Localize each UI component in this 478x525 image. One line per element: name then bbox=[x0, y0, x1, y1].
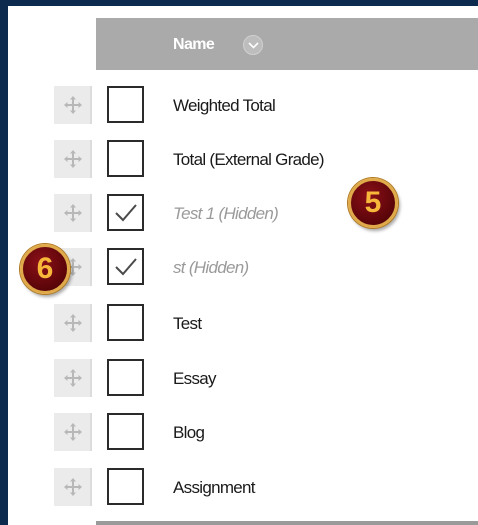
move-arrows-icon[interactable] bbox=[54, 359, 92, 397]
row-label: Test bbox=[173, 314, 202, 333]
row-checkbox[interactable] bbox=[107, 140, 144, 177]
list-item: Test bbox=[8, 300, 478, 354]
row-label: Blog bbox=[173, 423, 205, 442]
callout-badge-5: 5 bbox=[348, 178, 398, 228]
grade-column-list-panel: Name Weighted Total Total (External Grade… bbox=[8, 6, 478, 525]
list-bottom-divider bbox=[96, 521, 478, 525]
column-header-row: Name bbox=[96, 18, 478, 70]
row-checkbox[interactable] bbox=[107, 359, 144, 396]
checkmark-icon bbox=[114, 256, 138, 283]
callout-badge-6: 6 bbox=[20, 244, 70, 294]
row-label: Assignment bbox=[173, 478, 256, 497]
list-item: st (Hidden) bbox=[8, 244, 478, 298]
list-item: Weighted Total bbox=[8, 82, 478, 136]
checkmark-icon bbox=[114, 202, 138, 229]
row-label: Weighted Total bbox=[173, 96, 276, 115]
row-checkbox[interactable] bbox=[107, 86, 144, 123]
move-arrows-icon[interactable] bbox=[54, 86, 92, 124]
list-item: Assignment bbox=[8, 464, 478, 518]
row-label: Essay bbox=[173, 369, 216, 388]
row-label: Total (External Grade) bbox=[173, 150, 325, 169]
move-arrows-icon[interactable] bbox=[54, 194, 92, 232]
move-arrows-icon[interactable] bbox=[54, 413, 92, 451]
list-item: Test 1 (Hidden) bbox=[8, 190, 478, 244]
name-column-header[interactable]: Name bbox=[173, 36, 215, 54]
row-checkbox[interactable] bbox=[107, 468, 144, 505]
move-arrows-icon[interactable] bbox=[54, 140, 92, 178]
row-checkbox[interactable] bbox=[107, 413, 144, 450]
move-arrows-icon[interactable] bbox=[54, 304, 92, 342]
row-checkbox[interactable] bbox=[107, 248, 144, 285]
list-item: Total (External Grade) bbox=[8, 136, 478, 190]
row-label: Test 1 (Hidden) bbox=[173, 204, 279, 223]
row-checkbox[interactable] bbox=[107, 304, 144, 341]
move-arrows-icon[interactable] bbox=[54, 468, 92, 506]
row-checkbox[interactable] bbox=[107, 194, 144, 231]
list-item: Blog bbox=[8, 409, 478, 463]
list-item: Essay bbox=[8, 355, 478, 409]
chevron-down-icon[interactable] bbox=[243, 35, 263, 55]
row-label: st (Hidden) bbox=[173, 258, 249, 277]
